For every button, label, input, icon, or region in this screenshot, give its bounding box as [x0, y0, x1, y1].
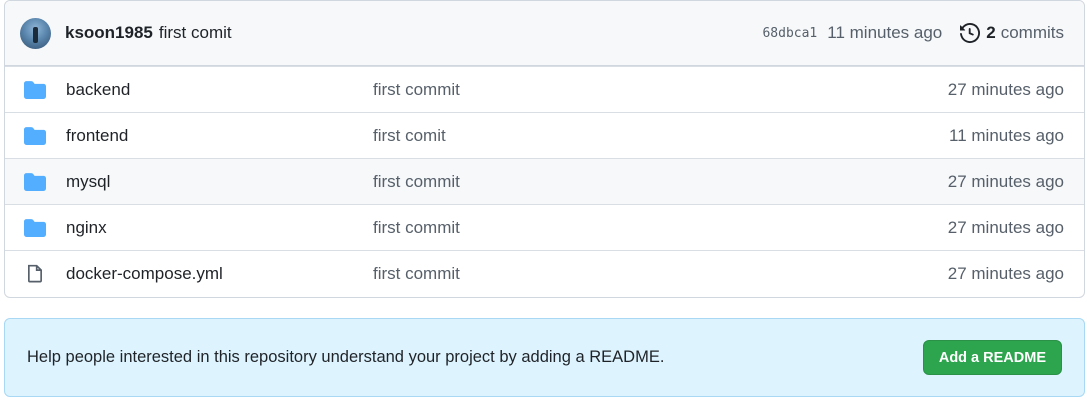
file-row-backend[interactable]: backend first commit 27 minutes ago [5, 66, 1084, 112]
readme-prompt-text: Help people interested in this repositor… [27, 348, 665, 366]
commit-history-link[interactable]: 2 commits [960, 23, 1064, 43]
file-row-mysql[interactable]: mysql first commit 27 minutes ago [5, 158, 1084, 204]
file-time: 27 minutes ago [947, 217, 1064, 237]
history-icon [960, 23, 981, 43]
file-name[interactable]: backend [66, 80, 130, 100]
file-time: 11 minutes ago [949, 125, 1064, 145]
commit-count-label: commits [1000, 23, 1064, 42]
file-commit-message[interactable]: first comit [373, 126, 446, 146]
commit-author[interactable]: ksoon1985 [65, 23, 153, 43]
latest-commit-bar: ksoon1985 first comit 68dbca1 11 minutes… [5, 1, 1084, 66]
folder-icon [24, 126, 46, 145]
file-commit-message[interactable]: first commit [373, 172, 460, 192]
file-name[interactable]: frontend [66, 126, 128, 146]
commit-time: 11 minutes ago [827, 23, 943, 42]
file-name[interactable]: nginx [66, 218, 107, 238]
commit-count: 2 [986, 23, 996, 42]
readme-banner: Help people interested in this repositor… [4, 318, 1085, 397]
add-readme-button[interactable]: Add a README [922, 340, 1062, 375]
file-commit-message[interactable]: first commit [373, 264, 460, 284]
file-row-frontend[interactable]: frontend first comit 11 minutes ago [5, 112, 1084, 158]
file-commit-message[interactable]: first commit [373, 218, 460, 238]
commit-sha[interactable]: 68dbca1 [762, 26, 817, 41]
folder-icon [24, 172, 46, 191]
repo-file-browser: ksoon1985 first comit 68dbca1 11 minutes… [4, 0, 1085, 298]
file-commit-message[interactable]: first commit [373, 80, 460, 100]
file-time: 27 minutes ago [947, 79, 1064, 99]
commit-meta: 68dbca1 11 minutes ago 2 commits [762, 23, 1064, 43]
folder-icon [24, 80, 46, 99]
file-time: 27 minutes ago [947, 171, 1064, 191]
folder-icon [24, 218, 46, 237]
commit-message[interactable]: first comit [159, 23, 232, 43]
file-name[interactable]: docker-compose.yml [66, 264, 223, 284]
file-row-nginx[interactable]: nginx first commit 27 minutes ago [5, 204, 1084, 250]
file-icon [24, 264, 46, 283]
file-row-docker-compose[interactable]: docker-compose.yml first commit 27 minut… [5, 250, 1084, 296]
file-time: 27 minutes ago [947, 263, 1064, 283]
file-name[interactable]: mysql [66, 172, 110, 192]
author-avatar[interactable] [20, 17, 51, 49]
